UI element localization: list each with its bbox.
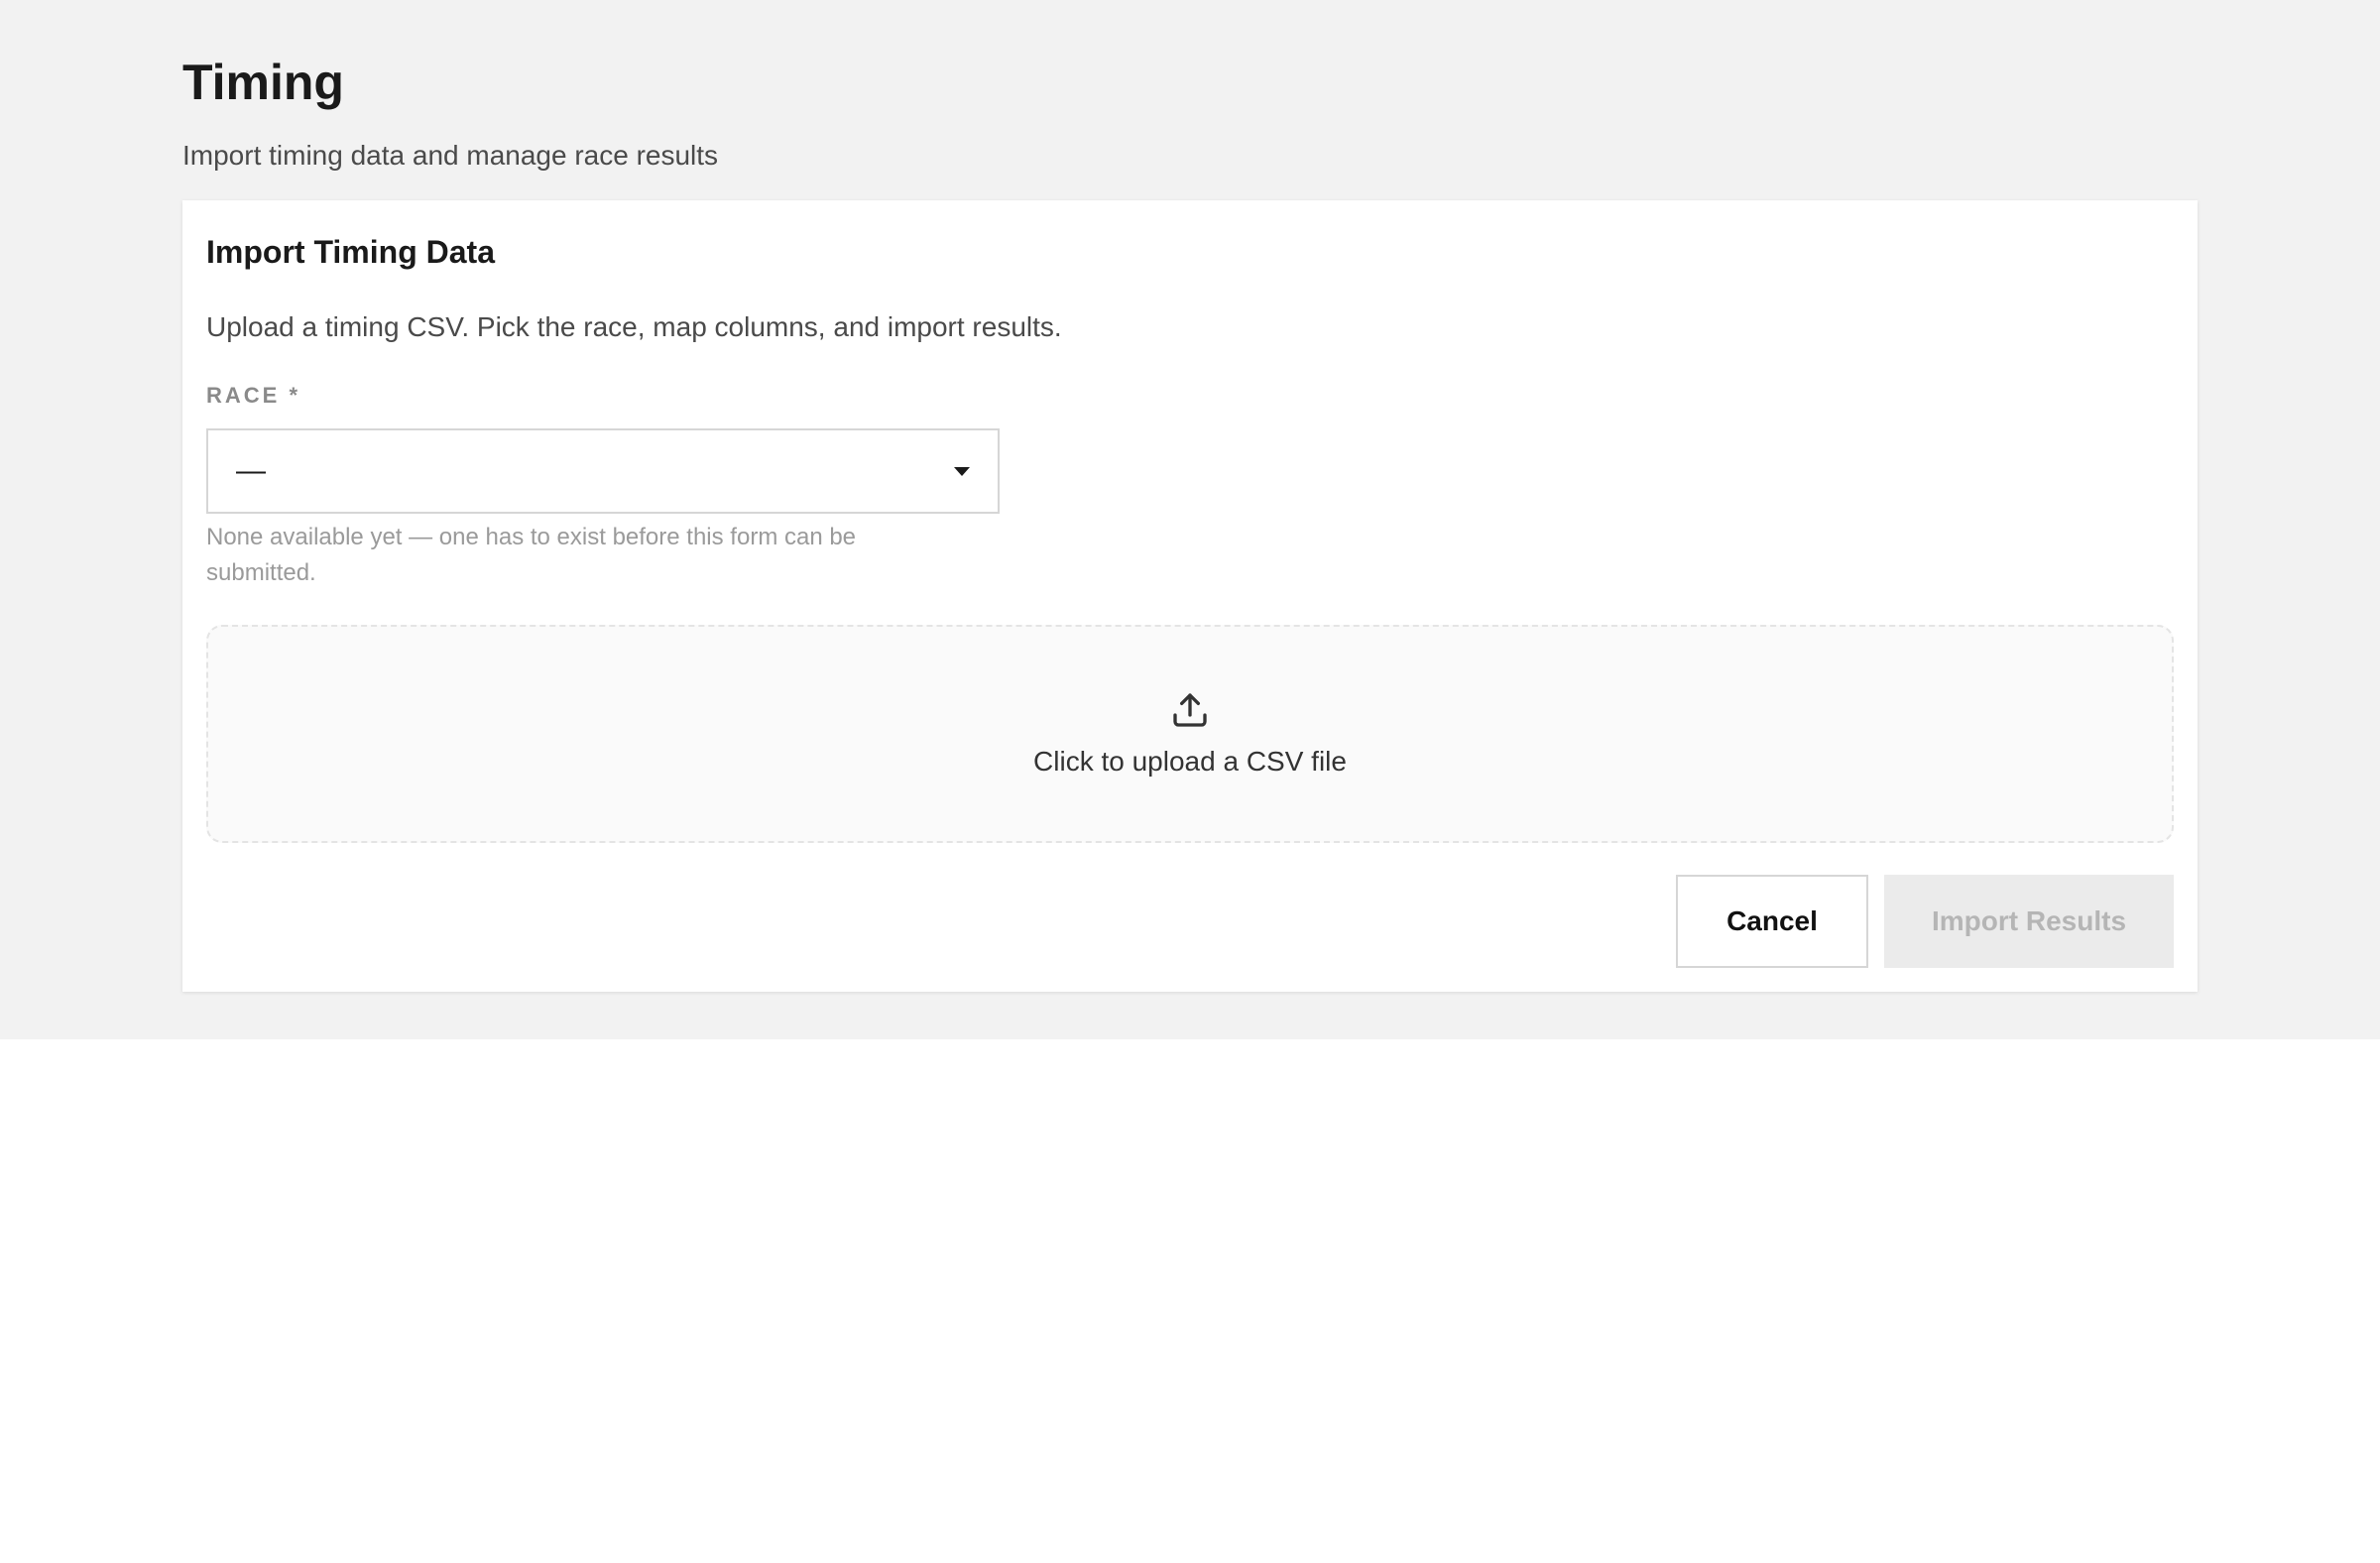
race-select-value: — (236, 454, 266, 487)
card-title: Import Timing Data (206, 234, 495, 270)
upload-icon (1173, 693, 1207, 727)
csv-upload-dropzone[interactable]: Click to upload a CSV file (206, 625, 2174, 843)
race-field-label: RACE * (206, 383, 301, 408)
cancel-button[interactable]: Cancel (1676, 875, 1868, 968)
card-description: Upload a timing CSV. Pick the race, map … (206, 311, 1062, 342)
page-header: Timing Import timing data and manage rac… (182, 50, 718, 173)
import-results-button[interactable]: Import Results (1884, 875, 2174, 968)
page-title: Timing (182, 55, 344, 110)
upload-label: Click to upload a CSV file (1033, 746, 1347, 777)
import-timing-card: Import Timing Data Upload a timing CSV. … (182, 200, 2198, 992)
page-subtitle: Import timing data and manage race resul… (182, 140, 719, 171)
race-select[interactable]: — (206, 428, 1000, 514)
race-field-help: None available yet — one has to exist be… (206, 524, 857, 586)
caret-down-icon (954, 466, 970, 476)
